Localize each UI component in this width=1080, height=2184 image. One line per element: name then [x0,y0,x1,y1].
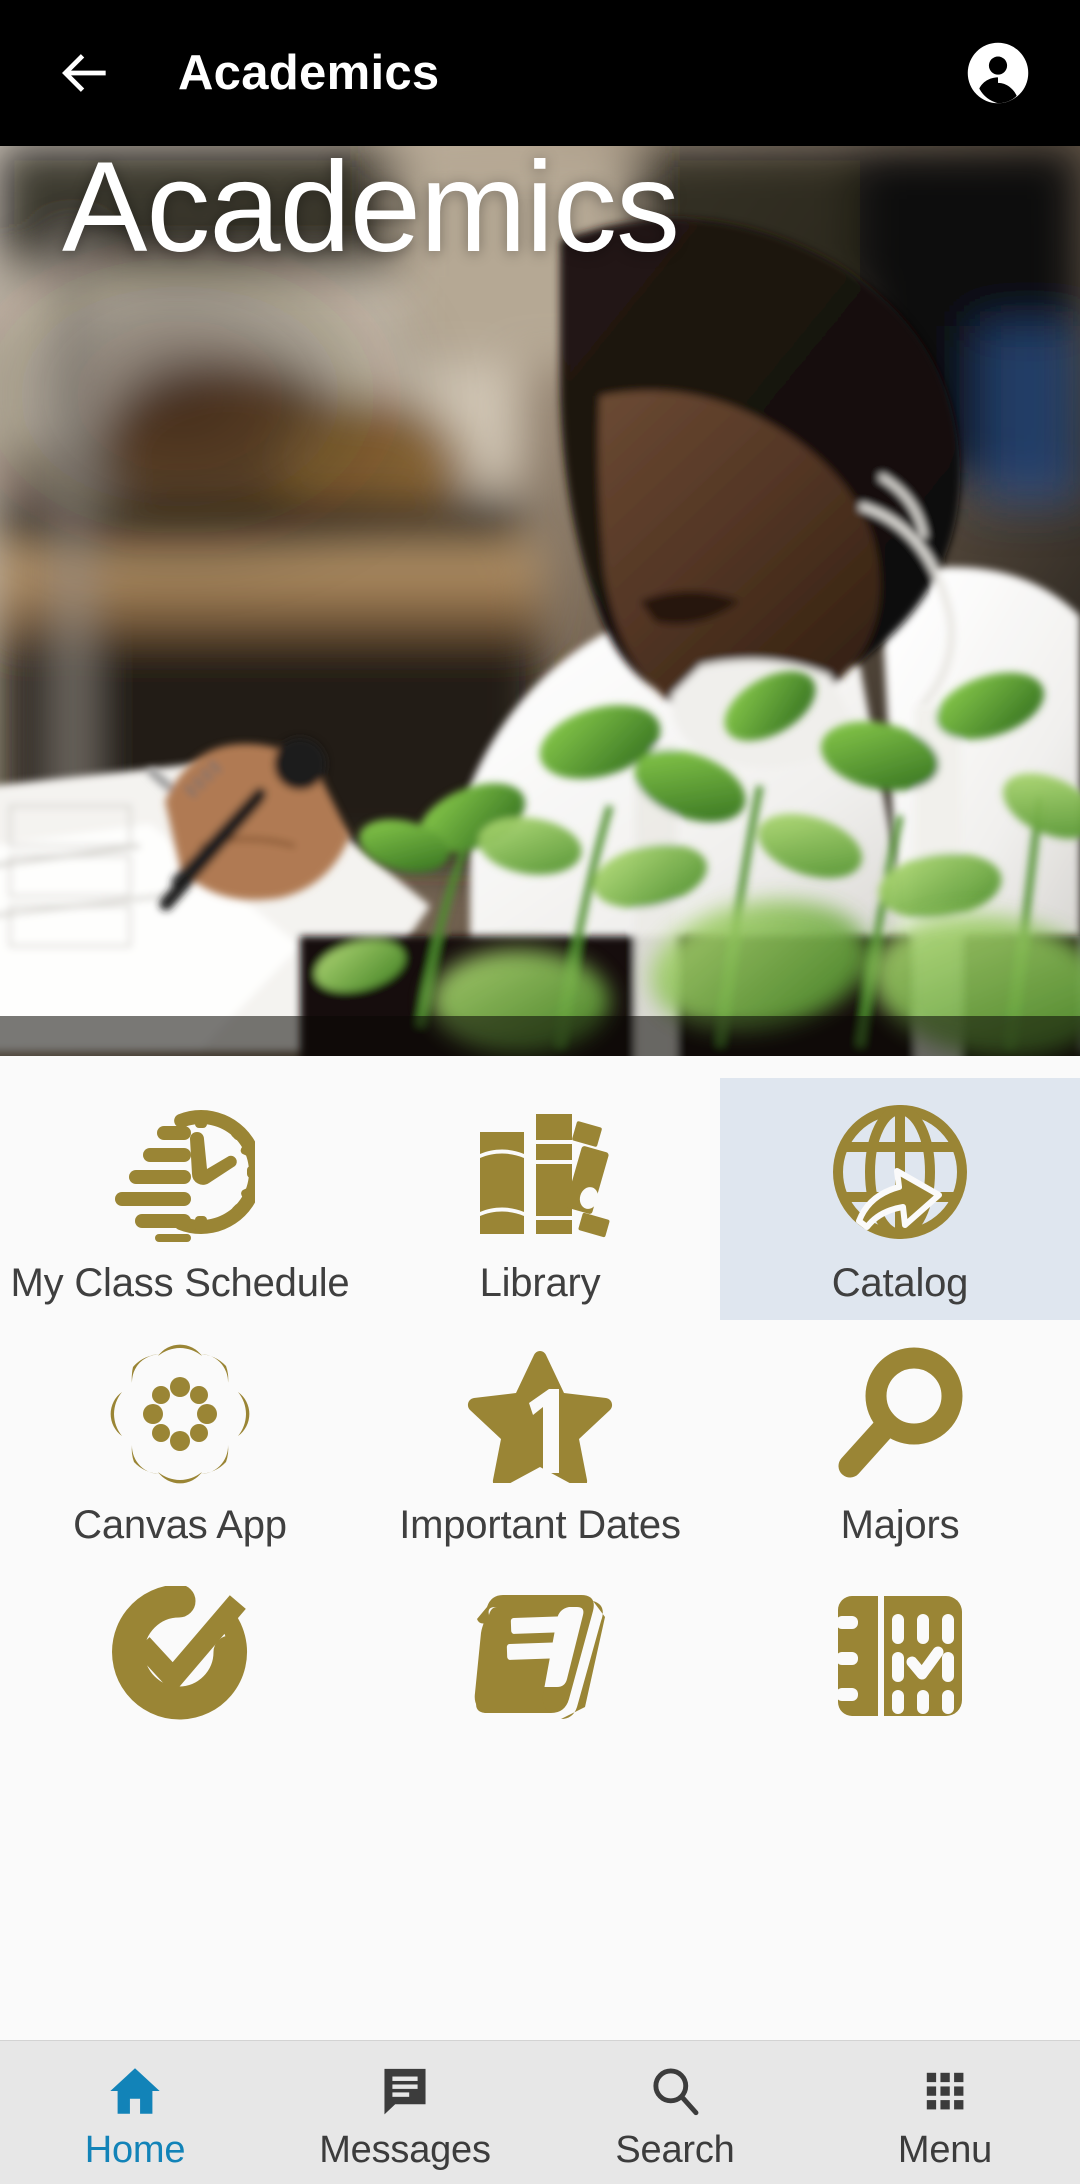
nav-item-home[interactable]: Home [0,2041,270,2184]
grid-tile-canvas-app[interactable]: Canvas App [0,1320,360,1562]
tile-label: Canvas App [73,1503,287,1547]
tile-icon-wrap [819,1338,981,1490]
search-icon [653,2068,699,2116]
magnifier-icon [838,1347,963,1478]
nav-item-menu[interactable]: Menu [810,2041,1080,2184]
tile-icon-wrap [819,1580,981,1732]
books-icon [480,1114,610,1238]
shortcut-grid: My Class Schedule Library Catalog Canvas… [0,1078,1080,1804]
tile-icon-wrap [99,1338,261,1490]
tile-label: My Class Schedule [10,1261,350,1305]
message-icon [384,2068,426,2115]
tile-icon-wrap [819,1096,981,1248]
grid-tile-my-class-schedule[interactable]: My Class Schedule [0,1078,360,1320]
nav-label: Home [84,2129,186,2171]
clock-speed-icon [115,1110,255,1242]
tile-label: Majors [840,1503,960,1547]
grid-tile-library[interactable]: Library [360,1078,720,1320]
back-button[interactable] [42,30,128,116]
shortcut-grid-container: My Class Schedule Library Catalog Canvas… [0,1056,1080,2040]
nav-icon-wrap [106,2059,164,2123]
grid-tile-important-dates[interactable]: Important Dates [360,1320,720,1562]
tile-icon-wrap [459,1338,621,1490]
tile-icon-wrap [459,1096,621,1248]
nav-label: Messages [319,2129,491,2171]
hero-banner: Academics [0,146,1080,1056]
canvas-logo-icon [110,1344,250,1484]
grid-tile-majors[interactable]: Majors [720,1320,1080,1562]
tile-label: Catalog [831,1261,969,1305]
nav-label: Search [615,2129,735,2171]
grid-tile-book[interactable] [360,1562,720,1804]
star-one-icon [467,1351,613,1483]
page-title: Academics [178,46,440,100]
nav-icon-wrap [377,2059,433,2123]
nav-icon-wrap [919,2059,971,2123]
planner-check-icon [836,1596,962,1716]
tile-label: Library [479,1261,601,1305]
nav-item-messages[interactable]: Messages [270,2041,540,2184]
app-screen: Academics Academics My Class Schedule Li… [0,0,1080,2184]
nav-item-search[interactable]: Search [540,2041,810,2184]
tile-label: Important Dates [399,1503,681,1547]
book-closed-icon [474,1595,605,1719]
tile-icon-wrap [99,1096,261,1248]
account-button[interactable] [958,33,1038,113]
hero-title: Academics [62,146,680,279]
nav-icon-wrap [647,2059,703,2123]
check-circle-icon [112,1586,248,1720]
nav-label: Menu [897,2129,993,2171]
bottom-navigation: Home Messages Search Menu [0,2040,1080,2184]
grid-menu-icon [926,2072,964,2110]
grid-tile-check-circle[interactable] [0,1562,360,1804]
account-circle-icon [967,42,1029,104]
grid-tile-catalog[interactable]: Catalog [720,1078,1080,1320]
tile-icon-wrap [459,1580,621,1732]
arrow-left-icon [62,54,106,92]
globe-arrow-icon [833,1105,967,1239]
home-icon [110,2068,160,2114]
grid-tile-planner[interactable] [720,1562,1080,1804]
tile-icon-wrap [99,1580,261,1732]
app-bar: Academics [0,0,1080,146]
